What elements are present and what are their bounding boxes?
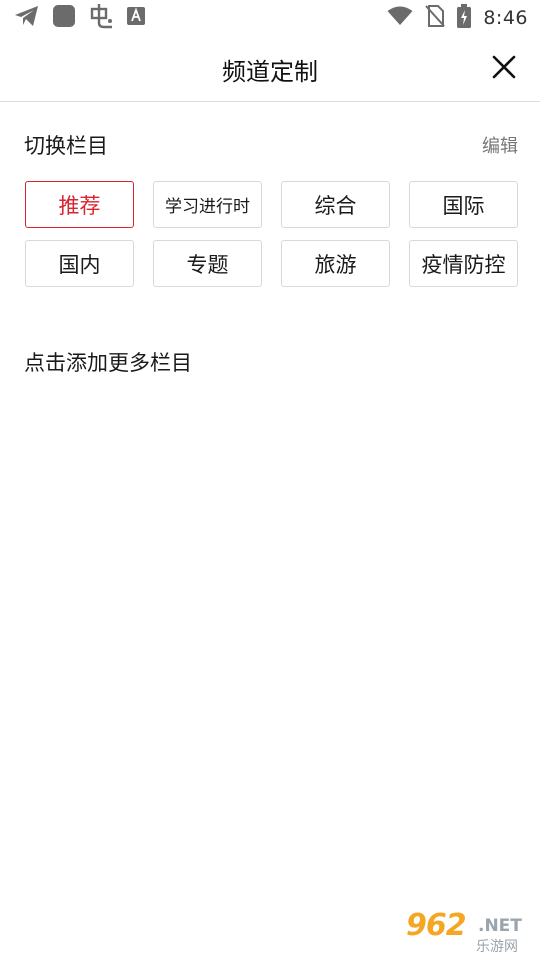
nav-bar: 频道定制: [0, 36, 540, 102]
telegram-icon: [14, 5, 40, 31]
watermark-number: 962: [406, 908, 467, 943]
battery-charging-icon: [457, 4, 472, 32]
text-a-icon: [126, 6, 146, 30]
channel-chip-travel[interactable]: 旅游: [281, 240, 390, 287]
channel-grid: 推荐 学习进行时 综合 国际 国内 专题 旅游 疫情防控: [25, 181, 518, 287]
channel-chip-recommend[interactable]: 推荐: [25, 181, 134, 228]
watermark-logo: 962 .NET 乐游网: [404, 906, 534, 956]
app-chong-icon: [88, 3, 114, 33]
page-title: 频道定制: [222, 58, 318, 86]
status-bar: 8:46: [0, 0, 540, 36]
close-button[interactable]: [490, 55, 518, 83]
channel-chip-special[interactable]: 专题: [153, 240, 262, 287]
status-left: [14, 3, 146, 33]
watermark-suffix: .NET: [478, 916, 522, 936]
edit-button[interactable]: 编辑: [482, 132, 518, 158]
channel-chip-international[interactable]: 国际: [409, 181, 518, 228]
channel-chip-study[interactable]: 学习进行时: [153, 181, 262, 228]
app-square-icon: [52, 4, 76, 32]
channel-chip-general[interactable]: 综合: [281, 181, 390, 228]
close-icon: [492, 55, 516, 83]
more-section-title: 点击添加更多栏目: [24, 351, 192, 375]
status-right: 8:46: [387, 4, 528, 32]
channel-chip-domestic[interactable]: 国内: [25, 240, 134, 287]
switch-section-title: 切换栏目: [24, 134, 108, 158]
watermark-cn: 乐游网: [476, 939, 518, 955]
no-sim-icon: [425, 5, 446, 31]
channel-chip-epidemic[interactable]: 疫情防控: [409, 240, 518, 287]
wifi-icon: [387, 6, 413, 30]
switch-section-header: 切换栏目 编辑: [24, 130, 518, 160]
status-time: 8:46: [483, 7, 528, 29]
